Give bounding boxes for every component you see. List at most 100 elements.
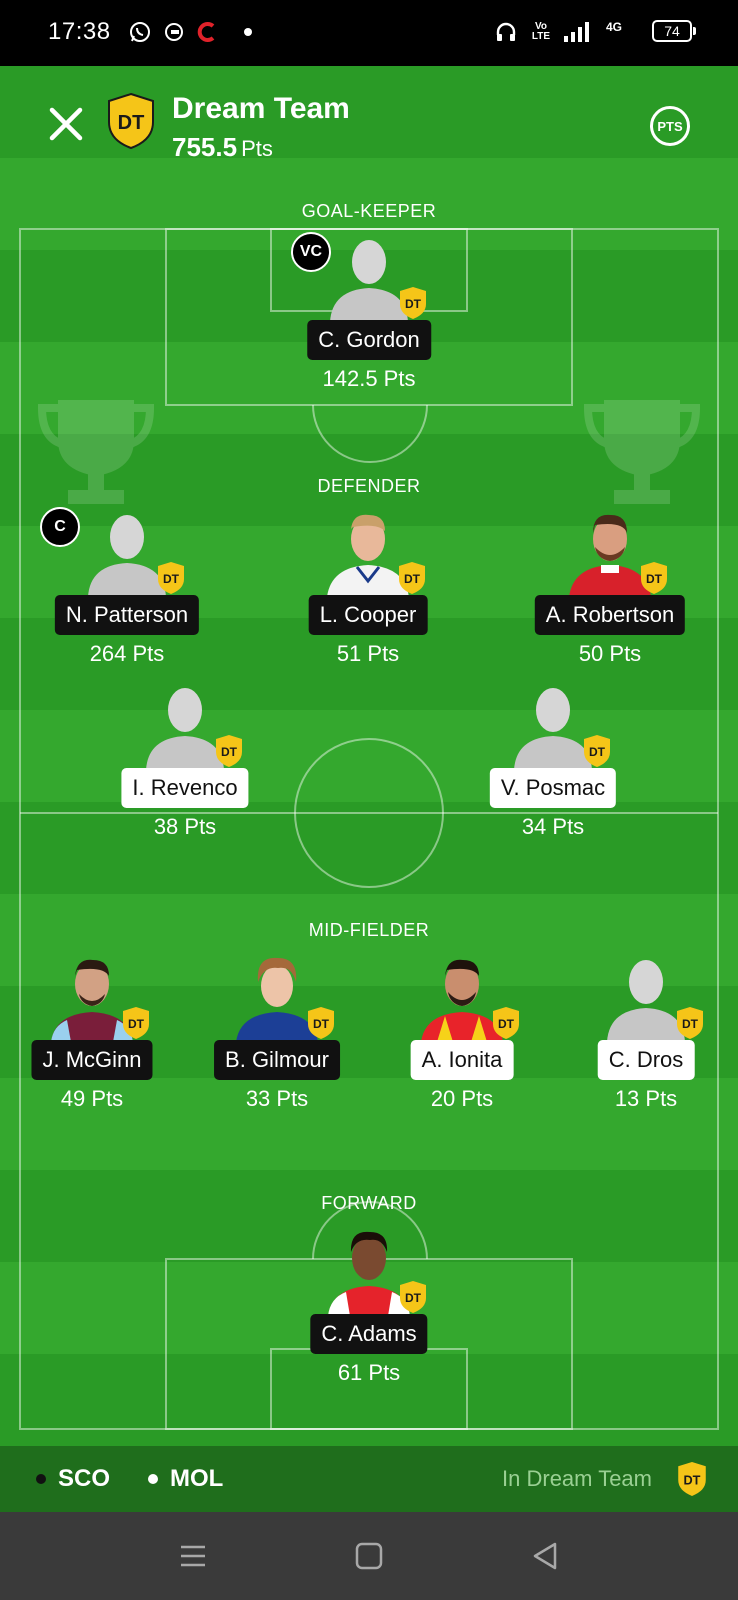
system-nav-bar — [0, 1512, 738, 1600]
player-card-ionita[interactable]: DT A. Ionita 20 Pts — [372, 952, 552, 1122]
player-name: A. Ionita — [410, 1040, 514, 1080]
svg-text:DT: DT — [646, 572, 663, 586]
section-midfielder: MID-FIELDER — [308, 920, 430, 940]
dt-badge-icon: DT — [156, 561, 186, 595]
player-points: 51 Pts — [336, 641, 400, 666]
team-legend: SCO MOL In Dream Team DT — [0, 1446, 738, 1512]
dt-legend-badge-icon: DT — [676, 1461, 708, 1497]
back-button[interactable] — [529, 1540, 561, 1572]
player-points: 13 Pts — [614, 1086, 678, 1111]
app-notification-icon — [162, 20, 186, 44]
signal-strength-icon — [562, 20, 592, 44]
player-card-mcginn[interactable]: DT J. McGinn 49 Pts — [2, 952, 182, 1122]
player-name: I. Revenco — [121, 768, 249, 808]
team-color-dot — [148, 1474, 158, 1484]
player-name: L. Cooper — [308, 595, 428, 635]
dt-badge-icon: DT — [397, 561, 427, 595]
team-name: SCO — [58, 1465, 111, 1492]
section-goalkeeper: GOAL-KEEPER — [301, 201, 437, 221]
dt-badge-icon: DT — [491, 1006, 521, 1040]
player-card-gordon[interactable]: VC DT C. Gordon 142.5 Pts — [279, 232, 459, 402]
in-dream-team-label: In Dream Team — [502, 1466, 652, 1491]
svg-text:DT: DT — [128, 1017, 145, 1031]
dt-badge-icon: DT — [121, 1006, 151, 1040]
dream-team-badge-icon: DT — [106, 92, 156, 150]
player-name: C. Dros — [597, 1040, 695, 1080]
status-bar: 17:38 Vo LTE 4G 74 — [0, 0, 738, 66]
app-c-icon — [196, 20, 220, 44]
player-points: 20 Pts — [430, 1086, 494, 1111]
dt-badge-icon: DT — [398, 286, 428, 320]
player-points: 264 Pts — [89, 641, 165, 666]
player-card-dros[interactable]: DT C. Dros 13 Pts — [556, 952, 736, 1122]
whatsapp-icon — [128, 20, 152, 44]
headset-icon — [494, 20, 518, 44]
svg-text:DT: DT — [163, 572, 180, 586]
section-forward: FORWARD — [321, 1193, 417, 1213]
dt-badge-icon: DT — [639, 561, 669, 595]
svg-text:DT: DT — [682, 1017, 699, 1031]
dt-badge-icon: DT — [398, 1280, 428, 1314]
dt-badge-icon: DT — [306, 1006, 336, 1040]
svg-text:DT: DT — [498, 1017, 515, 1031]
menu-icon — [181, 1545, 205, 1567]
close-button[interactable] — [44, 102, 88, 146]
player-name: V. Posmac — [489, 768, 617, 808]
vice-captain-badge: VC — [291, 232, 331, 272]
square-home-icon — [355, 1542, 383, 1570]
player-card-revenco[interactable]: DT I. Revenco 38 Pts — [95, 680, 275, 850]
svg-text:DT: DT — [118, 112, 145, 134]
svg-text:DT: DT — [221, 745, 238, 759]
player-points: 38 Pts — [153, 814, 217, 839]
player-card-adams[interactable]: DT C. Adams 61 Pts — [279, 1226, 459, 1396]
svg-text:DT: DT — [405, 297, 422, 311]
header: DT Dream Team 755.5 Pts PTS — [0, 66, 738, 176]
recent-apps-button[interactable] — [177, 1540, 209, 1572]
dt-badge-icon: DT — [582, 734, 612, 768]
player-points: 61 Pts — [337, 1360, 401, 1385]
player-name: C. Adams — [310, 1314, 428, 1354]
player-card-robertson[interactable]: DT A. Robertson 50 Pts — [520, 507, 700, 677]
svg-text:DT: DT — [404, 572, 421, 586]
close-icon — [49, 107, 83, 141]
player-name: J. McGinn — [31, 1040, 153, 1080]
player-points: 142.5 Pts — [322, 366, 416, 391]
player-points: 33 Pts — [245, 1086, 309, 1111]
player-points: 50 Pts — [578, 641, 642, 666]
team-total-points: 755.5 Pts — [172, 132, 273, 163]
page-title: Dream Team — [172, 92, 350, 125]
svg-text:DT: DT — [684, 1473, 701, 1487]
volte-icon: Vo LTE — [531, 21, 551, 42]
team-color-dot — [36, 1474, 46, 1484]
points-toggle-button[interactable]: PTS — [650, 106, 690, 146]
network-4g-icon: 4G — [605, 20, 622, 34]
dt-badge-icon: DT — [675, 1006, 705, 1040]
captain-badge: C — [40, 507, 80, 547]
player-card-cooper[interactable]: DT L. Cooper 51 Pts — [278, 507, 458, 677]
player-points: 49 Pts — [60, 1086, 124, 1111]
player-name: A. Robertson — [534, 595, 686, 635]
team-points-unit: Pts — [241, 136, 273, 161]
more-notifications-dot-icon — [236, 20, 260, 44]
battery-indicator: 74 — [652, 20, 696, 42]
player-name: N. Patterson — [54, 595, 200, 635]
team-points-value: 755.5 — [172, 132, 238, 162]
team-name: MOL — [170, 1465, 224, 1492]
dt-badge-icon: DT — [214, 734, 244, 768]
back-triangle-icon — [533, 1542, 557, 1570]
section-defender: DEFENDER — [317, 476, 421, 496]
svg-text:DT: DT — [313, 1017, 330, 1031]
status-time: 17:38 — [48, 18, 111, 45]
player-points: 34 Pts — [521, 814, 585, 839]
pitch: DT Dream Team 755.5 Pts PTS GOAL-KEEPER D… — [0, 66, 738, 1446]
team-legend-sco: SCO — [36, 1446, 110, 1512]
player-name: C. Gordon — [307, 320, 431, 360]
team-legend-mol: MOL — [148, 1446, 223, 1512]
player-card-posmac[interactable]: DT V. Posmac 34 Pts — [463, 680, 643, 850]
home-button[interactable] — [353, 1540, 385, 1572]
svg-text:DT: DT — [589, 745, 606, 759]
player-name: B. Gilmour — [214, 1040, 340, 1080]
svg-text:DT: DT — [405, 1291, 422, 1305]
player-card-gilmour[interactable]: DT B. Gilmour 33 Pts — [187, 952, 367, 1122]
player-card-patterson[interactable]: C DT N. Patterson 264 Pts — [37, 507, 217, 677]
